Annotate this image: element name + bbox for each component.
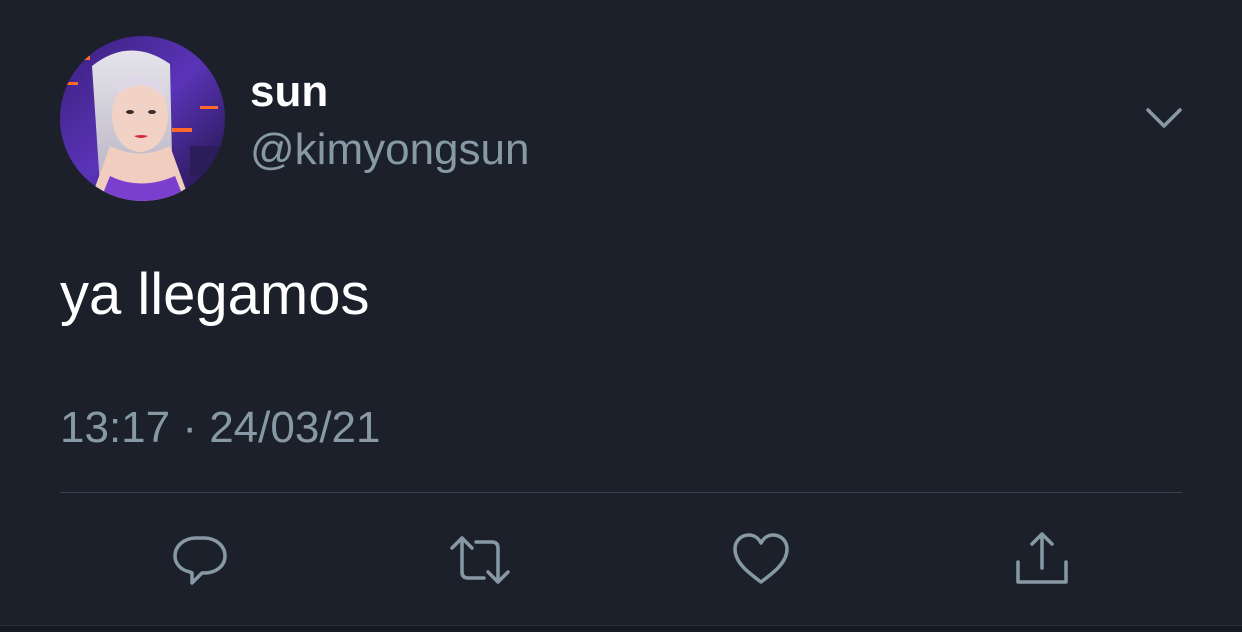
share-button[interactable] bbox=[1010, 528, 1074, 592]
share-icon bbox=[1016, 532, 1068, 584]
reply-icon bbox=[173, 536, 227, 585]
heart-icon bbox=[733, 533, 789, 584]
chevron-down-icon bbox=[1146, 108, 1182, 128]
tweet-timestamp[interactable]: 13:17 · 24/03/21 bbox=[60, 402, 380, 454]
divider bbox=[60, 492, 1182, 493]
retweet-button[interactable] bbox=[448, 528, 512, 592]
tweet-menu-button[interactable] bbox=[1140, 100, 1188, 136]
tweet-card: sun @kimyongsun ya llegamos 13:17 · 24/0… bbox=[0, 0, 1242, 626]
reply-button[interactable] bbox=[168, 528, 232, 592]
retweet-icon bbox=[450, 536, 510, 584]
tweet-text: ya llegamos bbox=[60, 262, 370, 327]
avatar[interactable] bbox=[60, 36, 225, 201]
display-name[interactable]: sun bbox=[250, 66, 328, 118]
like-button[interactable] bbox=[729, 528, 793, 592]
avatar-image bbox=[60, 36, 225, 201]
user-handle[interactable]: @kimyongsun bbox=[250, 124, 529, 176]
